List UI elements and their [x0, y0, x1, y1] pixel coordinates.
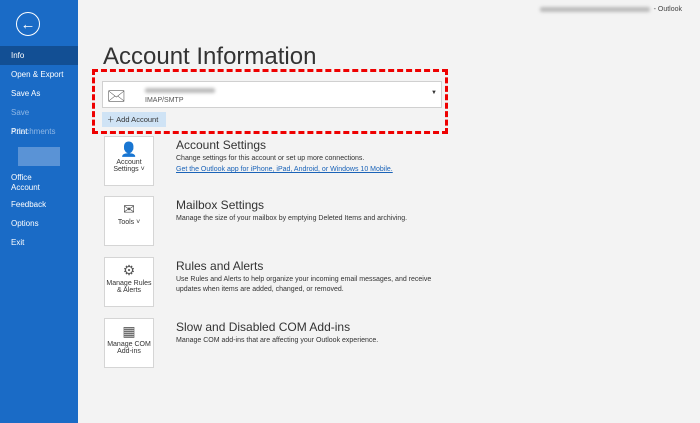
tile-label: Tools ˅ — [117, 219, 141, 226]
nav-open-export[interactable]: Open & Export — [0, 65, 78, 84]
nav-save-as[interactable]: Save As — [0, 84, 78, 103]
section-desc: Use Rules and Alerts to help organize yo… — [176, 276, 432, 293]
section-desc: Change settings for this account or set … — [176, 155, 365, 162]
tools-button[interactable]: ✉ Tools ˅ — [104, 196, 154, 246]
add-account-button[interactable]: ＋ Add Account — [102, 112, 166, 127]
nav-exit[interactable]: Exit — [0, 233, 78, 252]
add-account-label: Add Account — [116, 115, 159, 124]
addin-icon: ▦ — [122, 323, 136, 339]
section-title: Account Settings — [176, 138, 267, 152]
section-desc: Manage COM add-ins that are affecting yo… — [176, 337, 379, 344]
section-title: Mailbox Settings — [176, 198, 265, 212]
divider — [18, 147, 60, 166]
rules-icon: ⚙ — [122, 262, 136, 278]
blurred-user — [539, 7, 650, 12]
section-desc: Manage the size of your mailbox by empty… — [176, 215, 408, 222]
title-bar: - Outlook — [539, 6, 682, 13]
account-selector[interactable]: 🖂 IMAP/SMTP ▼ — [102, 81, 442, 108]
nav-save-attachments: Save Attachments — [11, 108, 56, 136]
nav-info[interactable]: Info — [0, 46, 78, 65]
section-title: Slow and Disabled COM Add-ins — [176, 320, 351, 334]
account-type: IMAP/SMTP — [145, 97, 184, 104]
nav-feedback[interactable]: Feedback — [0, 195, 78, 214]
mailbox-tools-icon: ✉ — [123, 201, 135, 217]
outlook-app-link[interactable]: Get the Outlook app for iPhone, iPad, An… — [176, 166, 393, 173]
user-gear-icon: 👤 — [120, 141, 138, 157]
nav-options[interactable]: Options — [0, 214, 78, 233]
blurred-email — [145, 88, 215, 93]
tile-label: Manage Rules & Alerts — [106, 280, 152, 294]
section-title: Rules and Alerts — [176, 259, 264, 273]
account-settings-button[interactable]: 👤 Account Settings ˅ — [104, 136, 154, 186]
sidebar: ← Info Open & Export Save As Save Attach… — [0, 0, 78, 423]
chevron-down-icon: ▼ — [431, 90, 437, 96]
tile-label: Account Settings ˅ — [113, 159, 145, 173]
back-arrow-icon[interactable]: ← — [16, 12, 40, 36]
tile-label: Manage COM Add-ins — [107, 341, 151, 355]
page-title: Account Information — [103, 43, 317, 70]
plus-icon: ＋ — [107, 115, 117, 124]
nav-office-account[interactable]: Office Account — [0, 172, 55, 195]
manage-com-button[interactable]: ▦ Manage COM Add-ins — [104, 318, 154, 368]
manage-rules-button[interactable]: ⚙ Manage Rules & Alerts — [104, 257, 154, 307]
app-name: - Outlook — [653, 6, 682, 13]
mail-account-icon: 🖂 — [107, 88, 126, 105]
